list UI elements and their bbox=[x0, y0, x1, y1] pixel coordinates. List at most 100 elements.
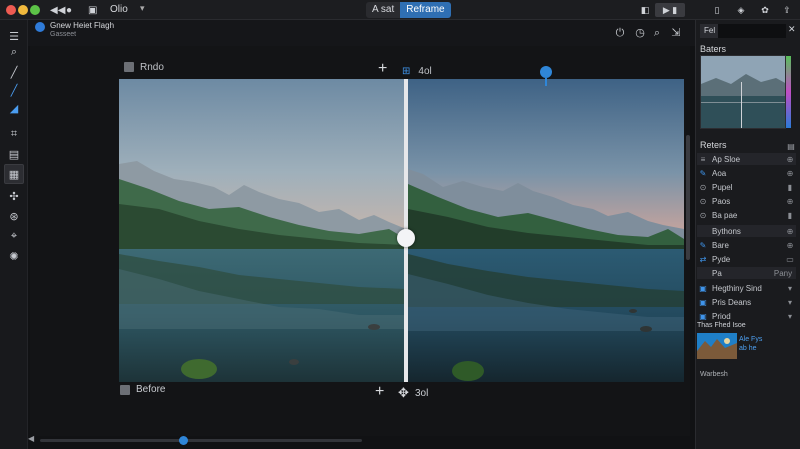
adjust-row-10[interactable]: ▣ Pris Deans ▾ bbox=[697, 296, 796, 308]
row-label: Hegthiny Sind bbox=[712, 283, 762, 293]
mode-switcher: A sat Reframe bbox=[366, 2, 451, 18]
section-title: Reters bbox=[700, 140, 727, 150]
app-menu-chevron-icon[interactable]: ▾ bbox=[140, 3, 145, 14]
lasso-icon[interactable]: ⌕ bbox=[4, 42, 24, 62]
share-icon[interactable]: ⇪ bbox=[778, 3, 796, 17]
row-icon: ✎ bbox=[699, 240, 707, 250]
clock-icon[interactable]: ◷ bbox=[634, 27, 646, 39]
search-icon[interactable]: ⌕ bbox=[651, 27, 663, 39]
layout-icon[interactable]: ▣ bbox=[88, 3, 97, 17]
navigator-thumbnail[interactable] bbox=[700, 55, 786, 129]
section-menu-icon[interactable]: ▤ bbox=[785, 140, 797, 152]
row-action-label[interactable]: Pany bbox=[770, 269, 796, 278]
adjust-row-6[interactable]: ✎ Bare ⊕ bbox=[697, 239, 796, 251]
row-label: Priod bbox=[712, 311, 731, 321]
row-label: Pris Deans bbox=[712, 297, 752, 307]
adjust-row-3[interactable]: ⊙ Paos ⊕ bbox=[697, 195, 796, 207]
row-icon: ≡ bbox=[700, 154, 706, 164]
after-label-text: 4ol bbox=[418, 65, 432, 77]
row-icon: ⊙ bbox=[699, 182, 707, 192]
bottom-panel-label[interactable]: Warbesh bbox=[700, 371, 728, 378]
after-label-bottom: 3ol bbox=[415, 388, 429, 399]
row-icon: ▣ bbox=[699, 297, 707, 307]
shield-icon[interactable]: ◈ bbox=[732, 3, 750, 17]
row-action-icon[interactable]: ▭ bbox=[784, 255, 796, 264]
row-action-icon[interactable]: ⊕ bbox=[784, 227, 796, 236]
layer-thumbnail[interactable] bbox=[697, 333, 737, 359]
row-action-icon[interactable]: ▮ bbox=[784, 183, 796, 192]
panel-tab[interactable]: Fel bbox=[700, 24, 720, 38]
panel-title: Baters bbox=[700, 44, 727, 54]
adjust-row-1[interactable]: ✎ Aoa ⊕ bbox=[697, 167, 796, 179]
layer-subtitle: ab he bbox=[739, 345, 757, 352]
layer-name[interactable]: Ale Fys bbox=[739, 336, 762, 343]
before-label-text: Rndo bbox=[140, 61, 164, 73]
heal-icon[interactable]: ✣ bbox=[4, 186, 24, 206]
timeline-scrubber-knob[interactable] bbox=[179, 436, 188, 445]
adjust-row-9[interactable]: ▣ Hegthiny Sind ▾ bbox=[697, 282, 796, 294]
adjust-row-8[interactable]: Pa Pany bbox=[697, 267, 796, 279]
settings-icon[interactable]: ✿ bbox=[756, 3, 774, 17]
image-icon bbox=[124, 62, 134, 72]
camera-icon[interactable]: ◧ bbox=[636, 3, 654, 17]
document-icon bbox=[35, 22, 45, 32]
add-icon[interactable]: + bbox=[378, 61, 387, 77]
adjust-row-5[interactable]: Bythons ⊕ bbox=[697, 225, 796, 237]
power-icon[interactable]: ⏻ bbox=[614, 27, 626, 39]
canvas-scrollbar[interactable] bbox=[686, 135, 690, 260]
before-image bbox=[119, 79, 406, 382]
close-window-button[interactable] bbox=[6, 5, 16, 15]
clone-icon[interactable]: ⊛ bbox=[4, 206, 24, 226]
panel-search-field[interactable] bbox=[718, 24, 786, 38]
row-label: Pa bbox=[712, 268, 722, 278]
row-action-icon[interactable]: ⊕ bbox=[784, 241, 796, 250]
adjust-row-0[interactable]: ≡ Ap Sloe ⊕ bbox=[697, 153, 796, 165]
row-dropdown-icon[interactable]: ▾ bbox=[784, 284, 796, 293]
row-label: Ap Sloe bbox=[712, 154, 741, 164]
expand-icon[interactable]: ⇲ bbox=[670, 27, 682, 39]
adjust-row-2[interactable]: ⊙ Pupel ▮ bbox=[697, 181, 796, 193]
mode-tab-reframe[interactable]: Reframe bbox=[400, 2, 451, 18]
row-label: Bythons bbox=[712, 226, 741, 236]
compare-icon: ⊞ bbox=[402, 65, 411, 77]
row-label: Paos bbox=[712, 196, 731, 206]
row-icon: ⊙ bbox=[699, 196, 707, 206]
row-dropdown-icon[interactable]: ▾ bbox=[784, 312, 796, 321]
row-action-icon[interactable]: ▮ bbox=[784, 211, 796, 220]
add-icon-bottom[interactable]: + bbox=[375, 384, 384, 400]
rewind-icon[interactable]: ◀◀ bbox=[50, 3, 65, 17]
timeline-scrubber[interactable] bbox=[40, 439, 362, 442]
circle-icon[interactable]: ● bbox=[66, 3, 72, 17]
row-action-icon[interactable]: ⊕ bbox=[784, 155, 796, 164]
maximize-window-button[interactable] bbox=[30, 5, 40, 15]
picker-icon[interactable]: ◢ bbox=[4, 98, 24, 118]
play-button[interactable]: ▶ ▮ bbox=[655, 3, 685, 17]
layer-header: Thas Fhed Isoe bbox=[697, 322, 746, 329]
split-pin-handle[interactable] bbox=[540, 66, 552, 78]
scrub-left-arrow-icon[interactable]: ◀ bbox=[28, 434, 34, 443]
app-name[interactable]: Olio bbox=[110, 4, 128, 15]
row-icon: ⊙ bbox=[699, 210, 707, 220]
compare-divider-handle[interactable] bbox=[397, 229, 415, 247]
layers-icon[interactable]: ▦ bbox=[4, 164, 24, 184]
close-panel-icon[interactable]: ✕ bbox=[788, 24, 796, 35]
row-icon: ▣ bbox=[699, 311, 707, 321]
row-icon: ▣ bbox=[699, 283, 707, 293]
pen-icon[interactable]: ╱ bbox=[4, 80, 24, 100]
minimize-window-button[interactable] bbox=[18, 5, 28, 15]
row-dropdown-icon[interactable]: ▾ bbox=[784, 298, 796, 307]
adjust-row-4[interactable]: ⊙ Ba pae ▮ bbox=[697, 209, 796, 221]
adjust-row-7[interactable]: ⇄ Pyde ▭ bbox=[697, 253, 796, 265]
mode-tab-sat[interactable]: A sat bbox=[366, 2, 401, 18]
before-label-bottom: Before bbox=[120, 384, 165, 395]
frame-icon[interactable]: ▤ bbox=[4, 144, 24, 164]
row-label: Ba pae bbox=[712, 210, 738, 220]
panel-icon[interactable]: ▯ bbox=[708, 3, 726, 17]
transform-icon[interactable]: ⌖ bbox=[4, 226, 24, 246]
crop-icon[interactable]: ⌗ bbox=[4, 124, 24, 144]
row-action-icon[interactable]: ⊕ bbox=[784, 197, 796, 206]
brush-icon[interactable]: ╱ bbox=[4, 62, 24, 82]
effects-icon[interactable]: ✺ bbox=[4, 246, 24, 266]
row-action-icon[interactable]: ⊕ bbox=[784, 169, 796, 178]
move-icon[interactable]: ✥ bbox=[398, 385, 409, 401]
